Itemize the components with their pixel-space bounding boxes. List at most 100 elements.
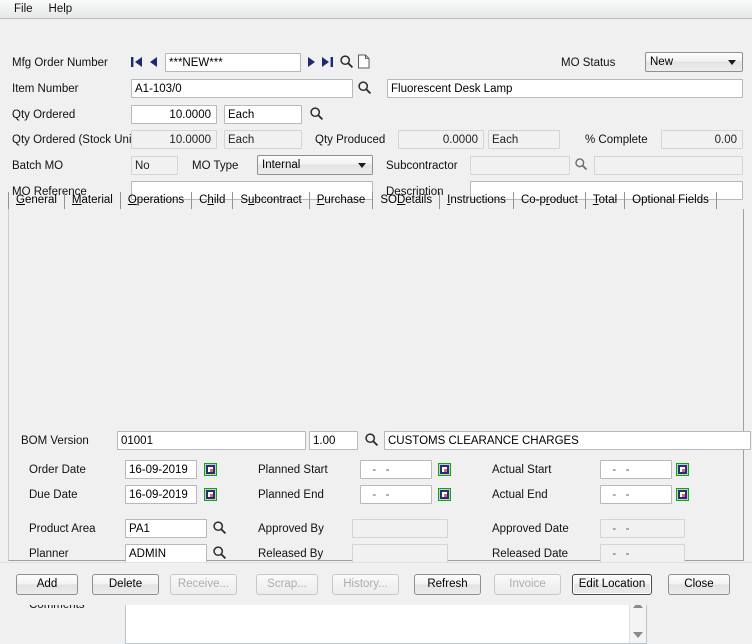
history-button: History... [332,574,399,595]
due-date-calendar-icon[interactable] [204,488,217,501]
planned-start-label: Planned Start [258,463,328,477]
actual-start-label: Actual Start [492,463,551,477]
actual-end-calendar-icon[interactable] [676,488,689,501]
pct-complete-label: % Complete [585,133,648,147]
planned-end-label: Planned End [258,488,324,502]
batch-mo-label: Batch MO [12,159,63,173]
tab-optional-fields[interactable]: Optional Fields [625,192,717,209]
bom-version-input[interactable] [117,431,306,450]
delete-button[interactable]: Delete [92,574,159,595]
first-record-icon[interactable] [130,55,143,71]
item-number-label: Item Number [12,82,78,96]
planned-start-calendar-icon[interactable] [438,463,451,476]
order-date-label: Order Date [29,463,86,477]
search-icon[interactable] [339,54,355,70]
tab-total[interactable]: Total [586,192,625,209]
approved-by-input [352,519,448,538]
menu-bar: File Help [0,0,752,19]
mo-type-select[interactable]: Internal [257,155,373,175]
mo-type-value: Internal [262,159,300,171]
tab-subcontract[interactable]: Subcontract [233,192,309,209]
tab-panel-general: BOM Version Order Date Planned Start Act… [8,209,744,561]
bom-version-label: BOM Version [21,434,89,448]
item-number-input[interactable] [131,79,353,98]
qty-ordered-uom-input[interactable] [224,105,302,124]
order-date-input[interactable] [125,460,197,479]
tab-operations[interactable]: Operations [121,192,192,209]
menu-item-file[interactable]: File [8,2,43,17]
due-date-input[interactable] [125,485,197,504]
new-document-icon[interactable] [357,54,373,70]
previous-record-icon[interactable] [148,55,161,71]
product-area-label: Product Area [29,522,95,536]
subcontractor-search-icon[interactable] [574,157,590,173]
planned-end-calendar-icon[interactable] [438,488,451,501]
qty-ordered-input[interactable] [131,105,217,124]
tab-instructions[interactable]: Instructions [440,192,514,209]
order-date-calendar-icon[interactable] [204,463,217,476]
planner-input[interactable] [125,544,207,563]
mfg-order-number-label: Mfg Order Number [12,56,108,70]
tab-strip: GeneralMaterialOperationsChildSubcontrac… [8,192,744,210]
tab-co-product[interactable]: Co-product [514,192,586,209]
menu-item-help[interactable]: Help [43,2,83,17]
close-button[interactable]: Close [668,574,730,595]
tab-purchase[interactable]: Purchase [310,192,374,209]
subcontractor-label: Subcontractor [386,159,458,173]
qty-produced-input [398,130,484,149]
mfg-order-number-input[interactable] [165,53,301,72]
approved-by-label: Approved By [258,522,324,536]
bom-revision-input[interactable] [309,431,358,450]
chevron-down-icon [358,163,366,168]
pct-complete-input [661,130,743,149]
item-number-search-icon[interactable] [357,80,373,96]
actual-end-input[interactable] [600,485,672,504]
qty-ordered-label: Qty Ordered [12,108,75,122]
product-area-search-icon[interactable] [212,520,228,536]
qty-ordered-uom-search-icon[interactable] [309,106,325,122]
planned-end-input[interactable] [360,485,432,504]
actual-start-calendar-icon[interactable] [676,463,689,476]
qty-ordered-stock-input [131,130,217,149]
refresh-button[interactable]: Refresh [414,574,481,595]
tab-sodetails[interactable]: SODetails [373,192,440,209]
mo-status-label: MO Status [561,56,615,70]
scroll-down-icon[interactable] [630,627,646,642]
qty-produced-label: Qty Produced [315,133,385,147]
order-header: Mfg Order Number MO Status New Item Numb… [0,19,752,179]
planner-search-icon[interactable] [212,545,228,561]
released-by-input [352,544,448,563]
planned-start-input[interactable] [360,460,432,479]
planner-label: Planner [29,547,69,561]
subcontractor-name-input [594,156,743,175]
bom-description-input[interactable] [384,431,751,450]
tab-general[interactable]: General [8,192,65,209]
qty-produced-uom-input [488,130,560,149]
next-record-icon[interactable] [307,55,320,71]
mo-status-value: New [650,56,673,68]
tab-child[interactable]: Child [192,192,233,209]
last-record-icon[interactable] [321,55,334,71]
mo-status-select[interactable]: New [645,52,743,72]
edit-location-button[interactable]: Edit Location [572,574,652,595]
scrap-button: Scrap... [256,574,318,595]
qty-ordered-stock-label: Qty Ordered (Stock Unit) [12,133,139,147]
receive-button: Receive... [170,574,237,595]
add-button[interactable]: Add [16,574,78,595]
approved-date-input [600,519,685,538]
product-area-input[interactable] [125,519,207,538]
released-date-label: Released Date [492,547,568,561]
released-by-label: Released By [258,547,323,561]
footer-button-bar: Add Delete Receive... Scrap... History... Ref… [0,562,752,605]
batch-mo-input [131,156,178,175]
mo-type-label: MO Type [192,159,238,173]
approved-date-label: Approved Date [492,522,569,536]
tab-material[interactable]: Material [65,192,121,209]
item-description-input[interactable] [387,79,743,98]
actual-end-label: Actual End [492,488,548,502]
subcontractor-input [470,156,570,175]
actual-start-input[interactable] [600,460,672,479]
bom-version-search-icon[interactable] [364,432,380,448]
chevron-down-icon [728,60,736,65]
invoice-button: Invoice [494,574,561,595]
